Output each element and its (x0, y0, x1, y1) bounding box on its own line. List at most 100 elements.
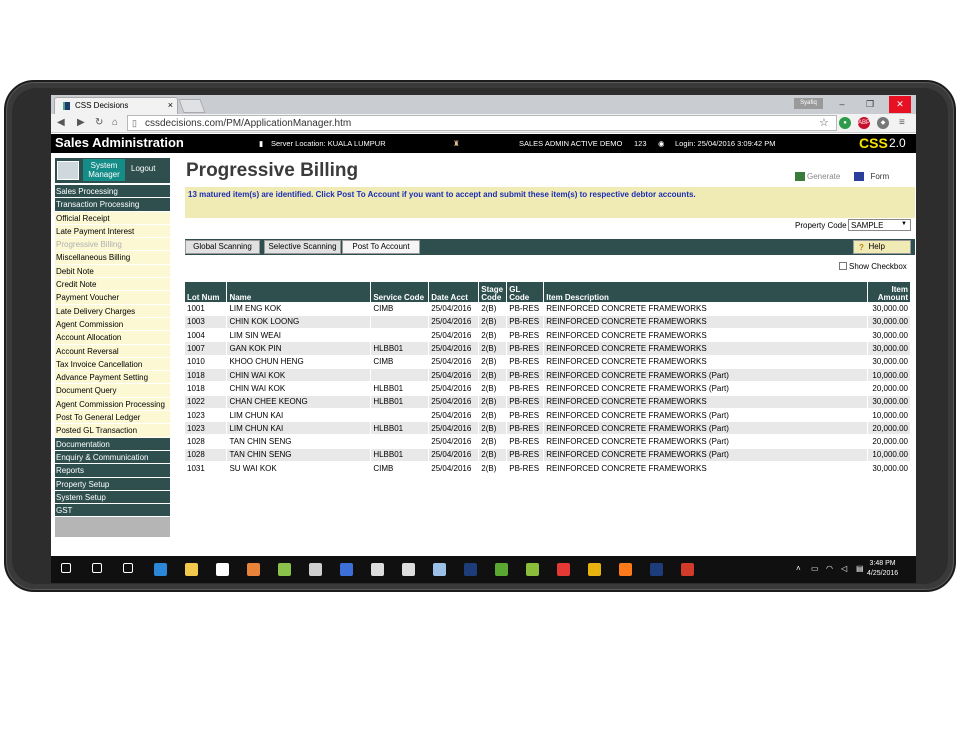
firefox-icon[interactable] (619, 563, 632, 576)
media-icon[interactable] (371, 563, 384, 576)
sidebar-item-payment-voucher[interactable]: Payment Voucher (55, 291, 170, 305)
notepad-icon[interactable] (278, 563, 291, 576)
link-icon[interactable] (340, 563, 353, 576)
volume-icon[interactable]: ◁ (841, 564, 847, 573)
table-row[interactable]: 1031 SU WAI KOK CIMB 25/04/2016 2(B) PB-RES RE… (185, 461, 912, 476)
table-row[interactable]: 1003 CHIN KOK LOONG 25/04/2016 2(B) PB-RES RE… (185, 315, 912, 330)
system-manager-button[interactable]: System Manager (83, 159, 125, 181)
tray-up-icon[interactable]: ˄ (796, 564, 801, 573)
bookmark-star-icon[interactable]: ☆ (819, 116, 829, 129)
sidebar-item-documentation[interactable]: Documentation (55, 437, 170, 451)
table-row[interactable]: 1023 LIM CHUN KAI 25/04/2016 2(B) PB-RES REIN… (185, 408, 912, 423)
sidebar-item-miscellaneous-billing[interactable]: Miscellaneous Billing (55, 251, 170, 265)
col-name[interactable]: Name (226, 282, 372, 302)
file-explorer-icon[interactable] (185, 563, 198, 576)
extension-green-icon[interactable]: ● (839, 117, 851, 129)
sidebar-item-agent-commission-processing[interactable]: Agent Commission Processing (55, 397, 170, 412)
android-icon[interactable] (495, 563, 508, 576)
col-desc[interactable]: Item Description (543, 282, 868, 302)
edge-icon[interactable] (154, 563, 167, 576)
property-code-select[interactable]: SAMPLE ▼ (848, 219, 911, 231)
forward-icon[interactable]: ▶ (77, 117, 85, 128)
table-row[interactable]: 1007 GAN KOK PIN HLBB01 25/04/2016 2(B) PB-RE… (185, 341, 912, 356)
sidebar-item-reports[interactable]: Reports (55, 464, 170, 478)
sidebar-item-credit-note[interactable]: Credit Note (55, 278, 170, 292)
checkbox-icon[interactable] (839, 262, 847, 270)
layers-icon[interactable] (526, 563, 539, 576)
generate-link[interactable]: Generate (795, 172, 840, 181)
home-icon[interactable]: ⌂ (112, 117, 118, 128)
form-link[interactable]: Form (854, 172, 889, 181)
sidebar-item-enquiry-communication[interactable]: Enquiry & Communication (55, 450, 170, 465)
taskbar-clock[interactable]: 3:48 PM 4/25/2016 (867, 559, 898, 579)
table-row[interactable]: 1022 CHAN CHEE KEONG HLBB01 25/04/2016 2(B) P… (185, 395, 912, 409)
table-row[interactable]: 1018 CHIN WAI KOK HLBB01 25/04/2016 2(B) PB-R… (185, 381, 912, 396)
col-stage[interactable]: Stage Code (478, 282, 508, 302)
restore-button[interactable]: ❐ (859, 96, 881, 113)
battery-icon[interactable]: ▭ (811, 564, 819, 573)
sidebar-item-document-query[interactable]: Document Query (55, 384, 170, 398)
tab-close-icon[interactable]: × (168, 100, 173, 110)
table-row[interactable]: 1010 KHOO CHUN HENG CIMB 25/04/2016 2(B) PB-R… (185, 355, 912, 369)
table-row[interactable]: 1028 TAN CHIN SENG 25/04/2016 2(B) PB-RES REI… (185, 434, 912, 449)
sidebar-item-late-delivery-charges[interactable]: Late Delivery Charges (55, 304, 170, 318)
search-icon[interactable] (92, 563, 102, 573)
col-amount[interactable]: Item Amount (867, 282, 912, 302)
sidebar-item-advance-payment-setting[interactable]: Advance Payment Setting (55, 371, 170, 385)
sidebar-item-account-reversal[interactable]: Account Reversal (55, 344, 170, 358)
store-icon[interactable] (216, 563, 229, 576)
url-field[interactable]: ▯ cssdecisions.com/PM/ApplicationManager… (127, 115, 837, 131)
chrome-icon[interactable] (588, 563, 601, 576)
window-close-button[interactable]: ✕ (889, 96, 911, 113)
col-date[interactable]: Date Acct (428, 282, 480, 302)
sidebar-item-tax-invoice-cancellation[interactable]: Tax Invoice Cancellation (55, 357, 170, 372)
sidebar-item-late-payment-interest[interactable]: Late Payment Interest (55, 224, 170, 239)
sidebar-item-official-receipt[interactable]: Official Receipt (55, 211, 170, 225)
sidebar-item-gst[interactable]: GST (55, 504, 170, 518)
record-icon[interactable] (557, 563, 570, 576)
reload-icon[interactable]: ↻ (95, 117, 103, 128)
sidebar-item-post-to-general-ledger[interactable]: Post To General Ledger (55, 411, 170, 425)
sidebar-item-debit-note[interactable]: Debit Note (55, 264, 170, 279)
sidebar-item-property-setup[interactable]: Property Setup (55, 477, 170, 491)
global-scanning-button[interactable]: Global Scanning (185, 240, 260, 254)
table-row[interactable]: 1018 CHIN WAI KOK 25/04/2016 2(B) PB-RES REIN… (185, 368, 912, 383)
sidebar-item-sales-processing[interactable]: Sales Processing (55, 185, 170, 199)
start-icon[interactable] (61, 563, 71, 573)
post-to-account-button[interactable]: Post To Account (342, 240, 420, 254)
notes-icon[interactable] (433, 563, 446, 576)
show-checkbox[interactable]: Show Checkbox (839, 262, 907, 271)
calculator-icon[interactable] (402, 563, 415, 576)
adblock-icon[interactable]: ABP (858, 117, 870, 129)
sidebar-item-account-allocation[interactable]: Account Allocation (55, 331, 170, 345)
sidebar-item-progressive-billing[interactable]: Progressive Billing (55, 238, 170, 252)
selective-scanning-button[interactable]: Selective Scanning (264, 240, 341, 254)
new-tab-button[interactable] (178, 99, 206, 113)
menu-icon[interactable]: ≡ (899, 117, 905, 128)
browser-tab[interactable]: CSS Decisions × (54, 97, 178, 114)
sidebar-item-system-setup[interactable]: System Setup (55, 490, 170, 505)
col-gl[interactable]: GL Code (506, 282, 545, 302)
table-row[interactable]: 1004 LIM SIN WEAI 25/04/2016 2(B) PB-RES REIN… (185, 328, 912, 343)
sidebar-item-posted-gl-transaction[interactable]: Posted GL Transaction (55, 424, 170, 438)
user-badge[interactable]: Syafiq (794, 98, 823, 109)
sidebar-item-transaction-processing[interactable]: Transaction Processing (55, 198, 170, 212)
wifi-icon[interactable]: ◠ (826, 564, 833, 573)
minimize-button[interactable]: – (831, 96, 853, 113)
help-button[interactable]: ? Help (853, 240, 911, 254)
photoshop-2-icon[interactable] (650, 563, 663, 576)
powerpoint-icon[interactable] (681, 563, 694, 576)
task-view-icon[interactable] (123, 563, 133, 573)
table-row[interactable]: 1028 TAN CHIN SENG HLBB01 25/04/2016 2(B) PB-… (185, 448, 912, 463)
col-service[interactable]: Service Code (370, 282, 430, 302)
table-row[interactable]: 1023 LIM CHUN KAI HLBB01 25/04/2016 2(B) PB-R… (185, 421, 912, 436)
app-orange-icon[interactable] (247, 563, 260, 576)
back-icon[interactable]: ◀ (57, 117, 65, 128)
extension-gray-icon[interactable]: ◆ (877, 117, 889, 129)
logout-link[interactable]: Logout (131, 164, 155, 173)
tools-icon[interactable] (309, 563, 322, 576)
notification-icon[interactable]: ▤ (856, 564, 864, 573)
sidebar-item-agent-commission[interactable]: Agent Commission (55, 317, 170, 332)
col-lot[interactable]: Lot Num (185, 282, 228, 302)
table-row[interactable]: 1001 LIM ENG KOK CIMB 25/04/2016 2(B) PB-RES R… (185, 302, 912, 316)
